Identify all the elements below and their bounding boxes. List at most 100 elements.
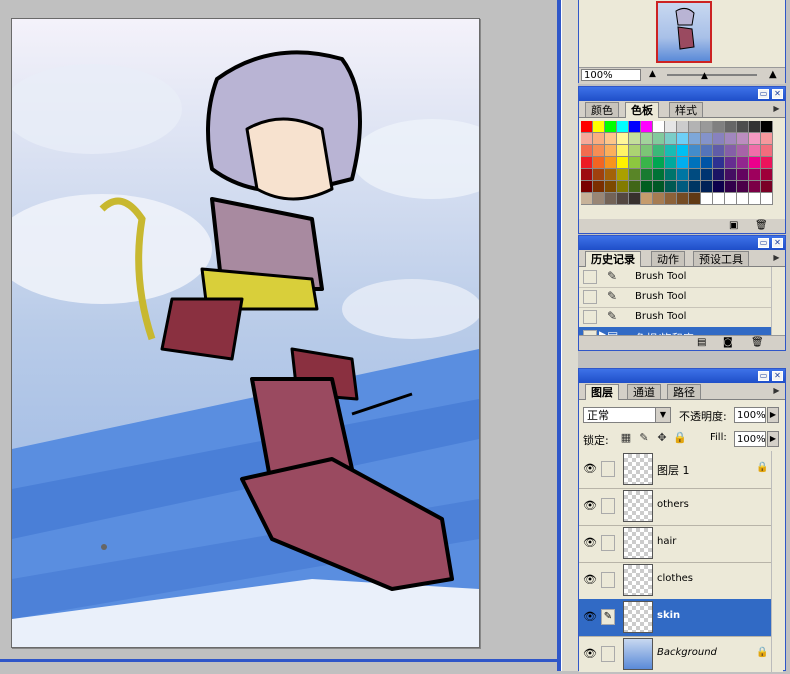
close-icon[interactable]: ✕ (772, 238, 783, 248)
color-swatch[interactable] (725, 169, 737, 181)
color-swatch[interactable] (713, 169, 725, 181)
color-swatch[interactable] (701, 133, 713, 145)
layer-name[interactable]: Background (657, 647, 717, 658)
color-swatch[interactable] (713, 157, 725, 169)
eye-icon[interactable]: 👁 (582, 498, 598, 514)
color-swatch[interactable] (665, 157, 677, 169)
history-step[interactable]: ✎ Brush Tool (579, 287, 771, 308)
zoom-out-icon[interactable]: ▲ (649, 69, 656, 79)
color-swatch[interactable] (701, 169, 713, 181)
new-document-from-state-icon[interactable]: ▤ (697, 337, 706, 348)
color-swatch[interactable] (593, 181, 605, 193)
color-swatch[interactable] (629, 145, 641, 157)
color-swatch[interactable] (653, 193, 665, 205)
color-swatch[interactable] (677, 181, 689, 193)
color-swatch[interactable] (713, 133, 725, 145)
color-swatch[interactable] (761, 121, 773, 133)
color-swatch[interactable] (701, 157, 713, 169)
color-swatch[interactable] (701, 181, 713, 193)
color-swatch[interactable] (737, 157, 749, 169)
color-swatch[interactable] (749, 121, 761, 133)
color-swatch[interactable] (617, 121, 629, 133)
color-swatch[interactable] (581, 193, 593, 205)
chevron-down-icon[interactable]: ▼ (655, 408, 670, 422)
history-step[interactable]: ✎ Brush Tool (579, 307, 771, 328)
close-icon[interactable]: ✕ (772, 89, 783, 99)
minimize-icon[interactable]: ▭ (758, 89, 769, 99)
color-swatch[interactable] (737, 193, 749, 205)
color-swatch[interactable] (617, 193, 629, 205)
color-swatch[interactable] (725, 145, 737, 157)
color-swatch[interactable] (629, 169, 641, 181)
color-swatch[interactable] (737, 145, 749, 157)
color-swatch[interactable] (629, 121, 641, 133)
fill-arrow-icon[interactable]: ▶ (767, 431, 779, 447)
zoom-slider[interactable] (667, 74, 757, 76)
color-swatch[interactable] (617, 157, 629, 169)
delete-swatch-icon[interactable]: 🗑 (755, 220, 768, 231)
color-swatch[interactable] (593, 145, 605, 157)
color-swatch[interactable] (689, 145, 701, 157)
color-swatch[interactable] (653, 181, 665, 193)
color-swatch[interactable] (749, 133, 761, 145)
color-swatch[interactable] (653, 121, 665, 133)
tab-layers[interactable]: 图层 (585, 384, 619, 400)
color-swatch[interactable] (665, 181, 677, 193)
eye-icon[interactable]: 👁 (582, 646, 598, 662)
layer-row[interactable]: 👁 clothes (579, 562, 771, 600)
color-swatch[interactable] (689, 181, 701, 193)
tab-color[interactable]: 颜色 (585, 102, 619, 117)
minimize-icon[interactable]: ▭ (758, 238, 769, 248)
color-swatch[interactable] (737, 181, 749, 193)
history-snapshot-checkbox[interactable] (583, 270, 597, 284)
color-swatch[interactable] (689, 193, 701, 205)
color-swatch[interactable] (605, 121, 617, 133)
color-swatch[interactable] (641, 157, 653, 169)
color-swatch[interactable] (653, 145, 665, 157)
color-swatch[interactable] (629, 181, 641, 193)
color-swatch[interactable] (593, 157, 605, 169)
history-snapshot-checkbox[interactable] (583, 310, 597, 324)
color-swatch[interactable] (677, 121, 689, 133)
color-swatch[interactable] (617, 181, 629, 193)
color-swatch[interactable] (641, 181, 653, 193)
tab-history[interactable]: 历史记录 (585, 251, 641, 267)
color-swatch[interactable] (641, 193, 653, 205)
layers-scrollbar[interactable] (771, 451, 783, 672)
color-swatch[interactable] (641, 133, 653, 145)
color-swatch[interactable] (629, 157, 641, 169)
color-swatch[interactable] (725, 121, 737, 133)
color-swatch[interactable] (641, 169, 653, 181)
eye-icon[interactable]: 👁 (582, 461, 598, 477)
tab-swatches[interactable]: 色板 (625, 102, 659, 118)
palette-menu-icon[interactable]: ▶ (771, 385, 782, 396)
color-swatch[interactable] (761, 181, 773, 193)
zoom-in-icon[interactable]: ▲ (769, 69, 777, 80)
color-swatch[interactable] (689, 121, 701, 133)
color-swatch[interactable] (725, 157, 737, 169)
color-swatch[interactable] (605, 181, 617, 193)
color-swatch[interactable] (749, 157, 761, 169)
history-step[interactable]: ✎ Brush Tool (579, 267, 771, 288)
color-swatch[interactable] (629, 133, 641, 145)
tab-styles[interactable]: 样式 (669, 102, 703, 117)
color-swatch[interactable] (605, 169, 617, 181)
brush-icon[interactable]: ✎ (601, 609, 615, 625)
color-swatch[interactable] (713, 121, 725, 133)
tab-tool-presets[interactable]: 预设工具 (693, 251, 749, 266)
color-swatch[interactable] (641, 121, 653, 133)
color-swatch[interactable] (761, 133, 773, 145)
layer-link-box[interactable] (601, 535, 615, 551)
eye-icon[interactable]: 👁 (582, 572, 598, 588)
opacity-arrow-icon[interactable]: ▶ (767, 407, 779, 423)
layers-title-bar[interactable]: ▭ ✕ (579, 369, 785, 383)
minimize-icon[interactable]: ▭ (758, 371, 769, 381)
layer-link-box[interactable] (601, 498, 615, 514)
color-swatch[interactable] (713, 193, 725, 205)
color-swatch[interactable] (605, 133, 617, 145)
color-swatch[interactable] (737, 133, 749, 145)
color-swatch[interactable] (689, 157, 701, 169)
color-swatch[interactable] (593, 121, 605, 133)
color-swatch[interactable] (593, 193, 605, 205)
color-swatch[interactable] (653, 157, 665, 169)
